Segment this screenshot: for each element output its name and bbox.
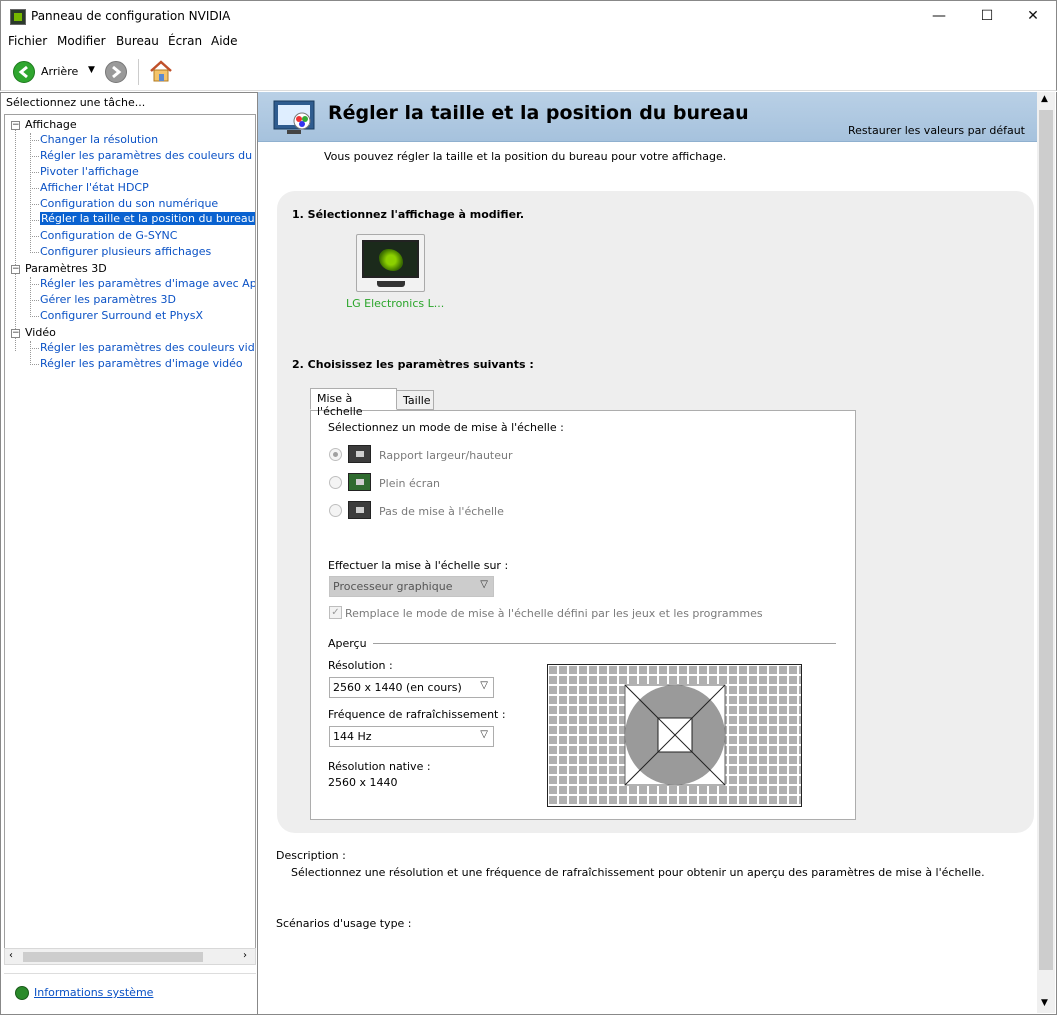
no-scaling-icon [348, 501, 371, 519]
perform-on-select[interactable]: Processeur graphique ▽ [329, 576, 494, 597]
monitor-icon[interactable] [356, 234, 425, 292]
home-icon[interactable] [148, 59, 174, 83]
expand-collapse-icon[interactable]: − [11, 329, 20, 338]
display-name[interactable]: LG Electronics L... [346, 297, 444, 310]
radio-pas-de-mise[interactable] [329, 504, 342, 517]
back-history-dropdown-icon[interactable]: ▼ [88, 65, 95, 75]
maximize-button[interactable]: ☐ [964, 1, 1010, 32]
refresh-label: Fréquence de rafraîchissement : [328, 708, 506, 721]
page-banner: Régler la taille et la position du burea… [258, 92, 1037, 142]
resolution-value: 2560 x 1440 (en cours) [333, 681, 462, 694]
step2-heading: 2. Choisissez les paramètres suivants : [292, 358, 534, 371]
scroll-left-icon[interactable]: ‹ [9, 950, 13, 961]
chevron-down-icon: ▽ [480, 680, 488, 691]
native-resolution-value: 2560 x 1440 [328, 776, 398, 789]
menu-bureau[interactable]: Bureau [116, 34, 159, 48]
description-text: Sélectionnez une résolution et une fréqu… [291, 866, 985, 879]
native-resolution-label: Résolution native : [328, 760, 431, 773]
mode-pas-de-mise-label[interactable]: Pas de mise à l'échelle [379, 505, 504, 518]
back-button-label[interactable]: Arrière [41, 65, 78, 78]
expand-collapse-icon[interactable]: − [11, 265, 20, 274]
tree-category-parametres-3d[interactable]: Paramètres 3D [25, 262, 107, 275]
tree-item-pivoter[interactable]: Pivoter l'affichage [40, 165, 139, 178]
tree-item-changer-resolution[interactable]: Changer la résolution [40, 133, 158, 146]
description-label: Description : [276, 849, 346, 862]
display-settings-icon [272, 99, 320, 137]
tree-category-affichage[interactable]: Affichage [25, 118, 77, 131]
task-tree[interactable]: − Affichage Changer la résolution Régler… [4, 114, 256, 954]
tree-item-plusieurs-affichages[interactable]: Configurer plusieurs affichages [40, 245, 211, 258]
tab-panel: Sélectionnez un mode de mise à l'échelle… [310, 410, 856, 820]
menu-bar: Fichier Modifier Bureau Écran Aide [0, 31, 1057, 51]
close-button[interactable]: ✕ [1010, 1, 1056, 32]
menu-modifier[interactable]: Modifier [57, 34, 106, 48]
refresh-value: 144 Hz [333, 730, 372, 743]
menu-ecran[interactable]: Écran [168, 34, 202, 48]
tree-item-surround-physx[interactable]: Configurer Surround et PhysX [40, 309, 203, 322]
task-pane-header: Sélectionnez une tâche... [6, 96, 146, 109]
minimize-button[interactable]: — [916, 1, 962, 32]
perform-on-label: Effectuer la mise à l'échelle sur : [328, 559, 509, 572]
content-pane: Régler la taille et la position du burea… [258, 92, 1057, 1015]
override-checkbox[interactable]: ✓ [329, 606, 342, 619]
perform-on-value: Processeur graphique [333, 580, 453, 593]
scenarios-label: Scénarios d'usage type : [276, 917, 412, 930]
info-icon [15, 986, 29, 1000]
chevron-down-icon: ▽ [480, 579, 488, 590]
tree-item-gsync[interactable]: Configuration de G-SYNC [40, 229, 177, 242]
tree-item-son-numerique[interactable]: Configuration du son numérique [40, 197, 218, 210]
tree-category-video[interactable]: Vidéo [25, 326, 56, 339]
menu-aide[interactable]: Aide [211, 34, 238, 48]
settings-card: 1. Sélectionnez l'affichage à modifier. … [277, 191, 1034, 833]
toolbar: Arrière ▼ [0, 51, 1057, 91]
title-bar: Panneau de configuration NVIDIA — ☐ ✕ [0, 0, 1057, 31]
refresh-select[interactable]: 144 Hz ▽ [329, 726, 494, 747]
menu-fichier[interactable]: Fichier [8, 34, 47, 48]
scroll-down-icon[interactable]: ▼ [1041, 998, 1048, 1008]
mode-rapport-label[interactable]: Rapport largeur/hauteur [379, 449, 513, 462]
scrollbar-thumb[interactable] [1039, 110, 1053, 970]
preview-section-label: Aperçu [328, 637, 367, 650]
toolbar-divider [138, 59, 139, 85]
radio-plein-ecran[interactable] [329, 476, 342, 489]
tab-mise-a-lechelle[interactable]: Mise à l'échelle [310, 388, 397, 418]
content-vertical-scrollbar[interactable]: ▲ ▼ [1037, 92, 1055, 1013]
tree-item-taille-position-selected[interactable]: Régler la taille et la position du burea… [40, 212, 255, 225]
tree-item-couleurs-video[interactable]: Régler les paramètres des couleurs vidéo [40, 341, 255, 354]
nvidia-app-icon [10, 9, 26, 25]
task-pane: Sélectionnez une tâche... − Affichage Ch… [0, 92, 258, 1015]
system-info-link[interactable]: Informations système [34, 986, 153, 999]
mode-plein-ecran-label[interactable]: Plein écran [379, 477, 440, 490]
scrollbar-thumb[interactable] [23, 952, 203, 962]
tree-item-image-video[interactable]: Régler les paramètres d'image vidéo [40, 357, 243, 370]
scroll-up-icon[interactable]: ▲ [1041, 94, 1048, 104]
aspect-ratio-icon [348, 445, 371, 463]
tab-taille[interactable]: Taille [396, 390, 434, 410]
scaling-preview [547, 664, 802, 807]
tree-item-image-apercu[interactable]: Régler les paramètres d'image avec Aperç… [40, 277, 255, 290]
tree-horizontal-scrollbar[interactable]: ‹ › [4, 948, 256, 965]
back-arrow-icon[interactable] [13, 61, 35, 83]
preview-divider [373, 643, 836, 644]
radio-rapport[interactable] [329, 448, 342, 461]
override-label[interactable]: Remplace le mode de mise à l'échelle déf… [345, 607, 763, 620]
window-title: Panneau de configuration NVIDIA [31, 9, 231, 23]
page-title: Régler la taille et la position du burea… [328, 102, 749, 124]
resolution-label: Résolution : [328, 659, 393, 672]
forward-arrow-icon[interactable] [105, 61, 127, 83]
fullscreen-icon [348, 473, 371, 491]
chevron-down-icon: ▽ [480, 729, 488, 740]
scroll-right-icon[interactable]: › [243, 950, 247, 961]
restore-defaults-link[interactable]: Restaurer les valeurs par défaut [848, 124, 1025, 137]
expand-collapse-icon[interactable]: − [11, 121, 20, 130]
tree-item-couleurs-bureau[interactable]: Régler les paramètres des couleurs du bu… [40, 149, 255, 162]
step1-heading: 1. Sélectionnez l'affichage à modifier. [292, 208, 525, 221]
resolution-select[interactable]: 2560 x 1440 (en cours) ▽ [329, 677, 494, 698]
tree-item-hdcp[interactable]: Afficher l'état HDCP [40, 181, 149, 194]
scaling-mode-label: Sélectionnez un mode de mise à l'échelle… [328, 421, 564, 434]
tree-item-gerer-3d[interactable]: Gérer les paramètres 3D [40, 293, 176, 306]
intro-text: Vous pouvez régler la taille et la posit… [324, 150, 727, 163]
divider [4, 973, 256, 974]
